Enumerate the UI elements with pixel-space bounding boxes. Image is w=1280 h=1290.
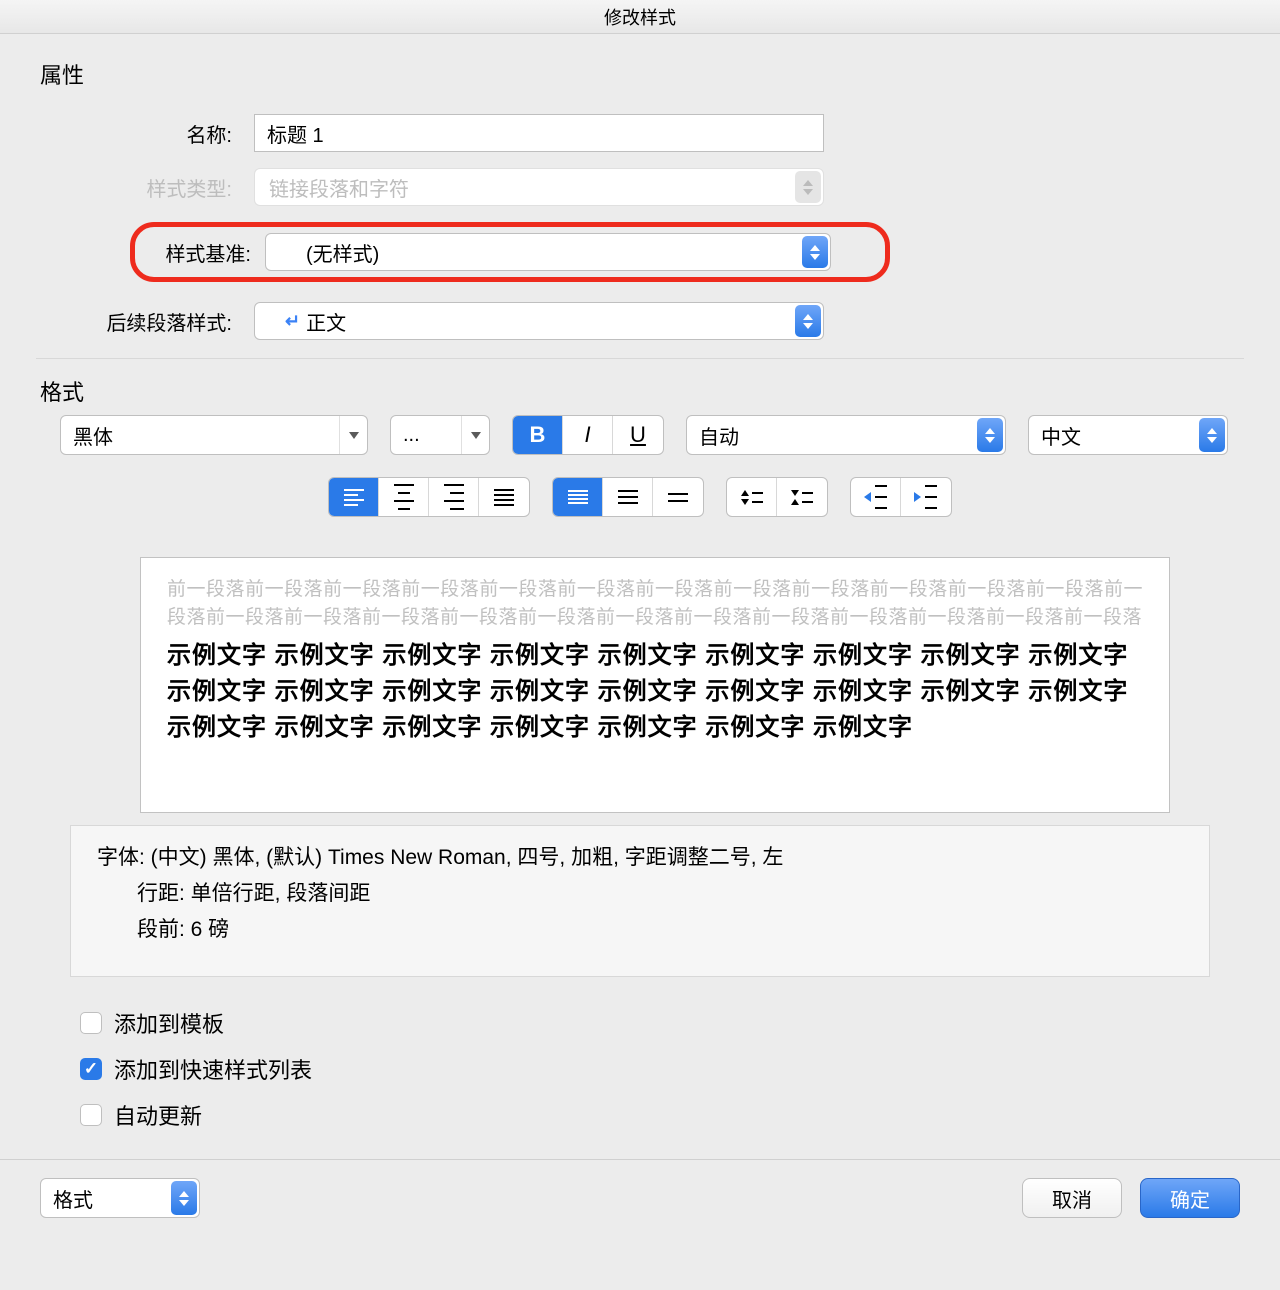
- biu-group: B I U: [512, 415, 664, 455]
- size-combo[interactable]: ...: [390, 415, 490, 455]
- select-next-para-value: 正文: [306, 307, 346, 336]
- description-box: 字体: (中文) 黑体, (默认) Times New Roman, 四号, 加…: [70, 825, 1210, 977]
- check-auto-update-row: 自动更新: [80, 1099, 1280, 1131]
- check-auto-update[interactable]: [80, 1104, 102, 1126]
- font-combo[interactable]: 黑体: [60, 415, 368, 455]
- section-attributes: 属性: [40, 58, 1244, 90]
- italic-button[interactable]: I: [563, 416, 613, 454]
- select-style-type-value: 链接段落和字符: [269, 173, 409, 202]
- stepper-icon[interactable]: [171, 1181, 197, 1215]
- underline-button[interactable]: U: [613, 416, 663, 454]
- label-style-based-on: 样式基准:: [149, 238, 251, 267]
- color-combo[interactable]: 自动: [686, 415, 1006, 455]
- para-spacing-group: [726, 477, 828, 517]
- lang-combo[interactable]: 中文: [1028, 415, 1228, 455]
- input-name[interactable]: [254, 114, 824, 152]
- indent-group: [850, 477, 952, 517]
- para-space-dec-button[interactable]: [777, 478, 827, 516]
- lang-value: 中文: [1041, 421, 1081, 450]
- stepper-icon[interactable]: [1199, 418, 1225, 452]
- stepper-icon[interactable]: [802, 236, 828, 268]
- spacing-2-button[interactable]: [653, 478, 703, 516]
- spacing-1.5-button[interactable]: [603, 478, 653, 516]
- label-style-type: 样式类型:: [62, 173, 232, 202]
- window-title: 修改样式: [0, 0, 1280, 34]
- spacing-group: [552, 477, 704, 517]
- row-next-para-style: 后续段落样式: ↵ 正文: [36, 302, 1244, 340]
- align-justify-button[interactable]: [479, 478, 529, 516]
- format-toolbar-row2: [36, 477, 1244, 517]
- align-left-button[interactable]: [329, 478, 379, 516]
- check-add-template[interactable]: [80, 1012, 102, 1034]
- dropdown-icon[interactable]: [339, 416, 367, 454]
- row-style-type: 样式类型: 链接段落和字符: [62, 168, 1244, 206]
- check-auto-update-label: 自动更新: [114, 1099, 202, 1131]
- label-name: 名称:: [62, 119, 232, 148]
- preview-box: 前一段落前一段落前一段落前一段落前一段落前一段落前一段落前一段落前一段落前一段落…: [140, 557, 1170, 813]
- check-add-quick-label: 添加到快速样式列表: [114, 1053, 312, 1085]
- check-add-quick[interactable]: [80, 1058, 102, 1080]
- section-format: 格式: [40, 375, 1244, 407]
- highlighted-row-style-based-on: 样式基准: (无样式): [130, 222, 890, 282]
- desc-line1: 字体: (中文) 黑体, (默认) Times New Roman, 四号, 加…: [97, 840, 1183, 876]
- size-value: ...: [403, 424, 420, 447]
- increase-indent-button[interactable]: [901, 478, 951, 516]
- select-next-para-style[interactable]: ↵ 正文: [254, 302, 824, 340]
- checkboxes-area: 添加到模板 添加到快速样式列表 自动更新: [0, 985, 1280, 1149]
- select-style-based-on-value: (无样式): [306, 238, 379, 267]
- cancel-button[interactable]: 取消: [1022, 1178, 1122, 1218]
- title-text: 修改样式: [604, 4, 676, 30]
- label-next-para: 后续段落样式:: [36, 307, 232, 336]
- stepper-icon[interactable]: [977, 418, 1003, 452]
- dropdown-icon[interactable]: [461, 416, 489, 454]
- footer: 格式 取消 确定: [0, 1178, 1280, 1248]
- footer-divider: [0, 1159, 1280, 1160]
- align-group: [328, 477, 530, 517]
- footer-right: 取消 确定: [1022, 1178, 1240, 1218]
- format-toolbar-row1: 黑体 ... B I U 自动 中文: [36, 415, 1244, 455]
- stepper-icon[interactable]: [795, 305, 821, 337]
- pilcrow-icon: ↵: [285, 311, 300, 332]
- select-style-type: 链接段落和字符: [254, 168, 824, 206]
- select-style-based-on[interactable]: (无样式): [265, 233, 831, 271]
- color-value: 自动: [699, 421, 739, 450]
- decrease-indent-button[interactable]: [851, 478, 901, 516]
- check-add-template-row: 添加到模板: [80, 1007, 1280, 1039]
- footer-left: 格式: [40, 1178, 200, 1218]
- check-add-quick-row: 添加到快速样式列表: [80, 1053, 1280, 1085]
- stepper-icon: [795, 171, 821, 203]
- spacing-1-button[interactable]: [553, 478, 603, 516]
- font-value: 黑体: [73, 421, 113, 450]
- preview-sample-text: 示例文字 示例文字 示例文字 示例文字 示例文字 示例文字 示例文字 示例文字 …: [167, 638, 1143, 746]
- divider: [36, 358, 1244, 359]
- desc-line2: 行距: 单倍行距, 段落间距: [97, 876, 1183, 912]
- align-center-button[interactable]: [379, 478, 429, 516]
- para-space-inc-button[interactable]: [727, 478, 777, 516]
- desc-line3: 段前: 6 磅: [97, 912, 1183, 948]
- ok-button[interactable]: 确定: [1140, 1178, 1240, 1218]
- check-add-template-label: 添加到模板: [114, 1007, 224, 1039]
- preview-prev-text: 前一段落前一段落前一段落前一段落前一段落前一段落前一段落前一段落前一段落前一段落…: [167, 576, 1143, 632]
- bold-button[interactable]: B: [513, 416, 563, 454]
- align-right-button[interactable]: [429, 478, 479, 516]
- row-name: 名称:: [62, 114, 1244, 152]
- format-menu-label: 格式: [53, 1184, 93, 1213]
- format-menu-button[interactable]: 格式: [40, 1178, 200, 1218]
